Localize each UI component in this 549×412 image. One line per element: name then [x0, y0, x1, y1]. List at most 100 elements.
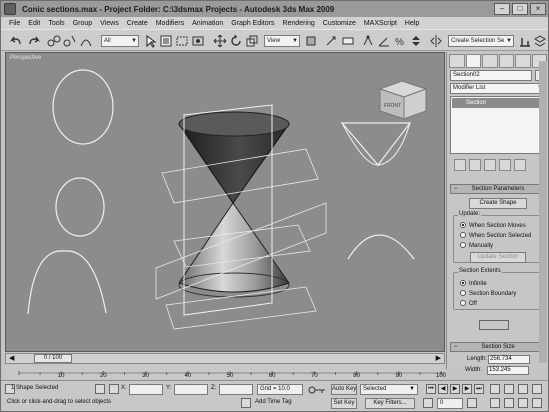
- object-name-field[interactable]: Section02: [450, 70, 532, 81]
- layer-manager-icon[interactable]: [533, 34, 547, 48]
- radio-infinite[interactable]: Infinite: [460, 280, 487, 287]
- z-coordinate-field[interactable]: [219, 384, 253, 395]
- modifier-list-dropdown[interactable]: Modifier List▼: [450, 83, 546, 94]
- command-panel-scrollbar[interactable]: [539, 61, 547, 363]
- configure-modifier-sets-icon[interactable]: [514, 159, 526, 171]
- absolute-mode-icon[interactable]: [109, 384, 119, 394]
- window-crossing-icon[interactable]: [191, 34, 205, 48]
- menu-graph-editors[interactable]: Graph Editors: [231, 20, 274, 27]
- add-time-tag[interactable]: Add Time Tag: [253, 398, 303, 409]
- mirror-icon[interactable]: [429, 34, 443, 48]
- orbit-icon[interactable]: [518, 398, 528, 408]
- radio-manually[interactable]: Manually: [460, 242, 493, 249]
- key-filters-button[interactable]: Key Filters...: [365, 398, 415, 409]
- menu-animation[interactable]: Animation: [192, 20, 223, 27]
- menu-group[interactable]: Group: [73, 20, 92, 27]
- field-of-view-icon[interactable]: [504, 398, 514, 408]
- snaps-toggle-icon[interactable]: [361, 34, 375, 48]
- rotate-icon[interactable]: [229, 34, 243, 48]
- unlink-icon[interactable]: [63, 34, 77, 48]
- key-mode-toggle-icon[interactable]: [423, 398, 433, 408]
- reference-coordinate-dropdown[interactable]: View ▼: [264, 35, 300, 47]
- y-coordinate-field[interactable]: [174, 384, 208, 395]
- zoom-extents-icon[interactable]: [518, 384, 528, 394]
- current-frame-field[interactable]: 0: [437, 398, 463, 409]
- next-frame-icon[interactable]: ▶: [436, 354, 441, 363]
- select-and-link-icon[interactable]: [47, 34, 61, 48]
- tab-modify[interactable]: [465, 54, 481, 68]
- tab-motion[interactable]: [498, 54, 514, 68]
- update-section-button[interactable]: Update Section: [470, 252, 526, 263]
- pin-stack-icon[interactable]: [454, 159, 466, 171]
- menu-rendering[interactable]: Rendering: [282, 20, 314, 27]
- next-key-icon[interactable]: ▶: [462, 384, 472, 394]
- zoom-all-icon[interactable]: [504, 384, 514, 394]
- tab-hierarchy[interactable]: [482, 54, 498, 68]
- menu-file[interactable]: File: [9, 20, 20, 27]
- go-to-end-icon[interactable]: ⏭: [474, 384, 484, 394]
- select-by-name-icon[interactable]: [159, 34, 173, 48]
- length-spinner[interactable]: 256.734: [488, 355, 530, 364]
- undo-icon[interactable]: [9, 34, 23, 48]
- minimize-button[interactable]: –: [494, 3, 510, 15]
- modifier-stack[interactable]: Section: [450, 96, 546, 154]
- zoom-icon[interactable]: [490, 384, 500, 394]
- x-coordinate-field[interactable]: [129, 384, 163, 395]
- pivot-center-icon[interactable]: [304, 34, 318, 48]
- go-to-start-icon[interactable]: ⏮: [426, 384, 436, 394]
- show-end-result-icon[interactable]: [469, 159, 481, 171]
- zoom-extents-all-icon[interactable]: [532, 384, 542, 394]
- radio-off[interactable]: Off: [460, 300, 477, 307]
- key-mode-dropdown[interactable]: Selected ▼: [360, 384, 418, 395]
- time-slider[interactable]: ◀ 0 / 100 ▶: [5, 353, 445, 364]
- modifier-stack-item-section[interactable]: Section: [452, 98, 544, 108]
- time-configuration-icon[interactable]: [467, 398, 477, 408]
- menu-tools[interactable]: Tools: [48, 20, 64, 27]
- bind-space-warp-icon[interactable]: [79, 34, 93, 48]
- set-key-button[interactable]: Set Key: [331, 398, 357, 409]
- angle-snap-icon[interactable]: [377, 34, 391, 48]
- rectangular-selection-icon[interactable]: [175, 34, 189, 48]
- play-icon[interactable]: ▶: [450, 384, 460, 394]
- menu-views[interactable]: Views: [100, 20, 119, 27]
- pan-view-icon[interactable]: [490, 398, 500, 408]
- rollout-section-size[interactable]: − Section Size: [450, 342, 546, 352]
- keyboard-shortcut-override-icon[interactable]: [341, 34, 355, 48]
- radio-when-section-selected[interactable]: When Section Selected: [460, 232, 531, 239]
- select-and-manipulate-icon[interactable]: [324, 34, 338, 48]
- percent-snap-icon[interactable]: %: [393, 34, 407, 48]
- named-selection-sets-dropdown[interactable]: Create Selection Se ▼: [448, 35, 514, 47]
- spinner-snap-icon[interactable]: [409, 34, 423, 48]
- prev-frame-icon[interactable]: ◀: [9, 354, 14, 363]
- maximize-button[interactable]: □: [512, 3, 528, 15]
- radio-section-boundary[interactable]: Section Boundary: [460, 290, 516, 297]
- move-icon[interactable]: [213, 34, 227, 48]
- previous-key-icon[interactable]: ◀: [438, 384, 448, 394]
- perspective-viewport[interactable]: Perspective FRONT: [5, 52, 445, 352]
- radio-when-section-moves[interactable]: When Section Moves: [460, 222, 526, 229]
- tab-create[interactable]: [449, 54, 465, 68]
- create-shape-button[interactable]: Create Shape: [469, 198, 527, 209]
- tab-display[interactable]: [515, 54, 531, 68]
- lock-selection-icon[interactable]: [95, 384, 105, 394]
- scale-icon[interactable]: [245, 34, 259, 48]
- menu-maxscript[interactable]: MAXScript: [364, 20, 397, 27]
- remove-modifier-icon[interactable]: [499, 159, 511, 171]
- menu-customize[interactable]: Customize: [323, 20, 356, 27]
- time-tag-icon[interactable]: [241, 398, 251, 408]
- menu-modifiers[interactable]: Modifiers: [156, 20, 184, 27]
- make-unique-icon[interactable]: [484, 159, 496, 171]
- align-icon[interactable]: [518, 34, 532, 48]
- selection-filter-dropdown[interactable]: All ▼: [101, 35, 139, 47]
- select-object-icon[interactable]: [143, 34, 157, 48]
- app-logo-icon[interactable]: [4, 3, 16, 15]
- redo-icon[interactable]: [27, 34, 41, 48]
- close-button[interactable]: ×: [530, 3, 546, 15]
- menu-help[interactable]: Help: [405, 20, 419, 27]
- menu-edit[interactable]: Edit: [28, 20, 40, 27]
- width-spinner[interactable]: 153.245: [487, 366, 529, 375]
- menu-create[interactable]: Create: [127, 20, 148, 27]
- track-bar[interactable]: 10 20 30 40 50 60 70 80 90 100: [5, 365, 446, 379]
- viewcube[interactable]: FRONT: [378, 80, 428, 120]
- section-color-swatch[interactable]: [479, 320, 509, 330]
